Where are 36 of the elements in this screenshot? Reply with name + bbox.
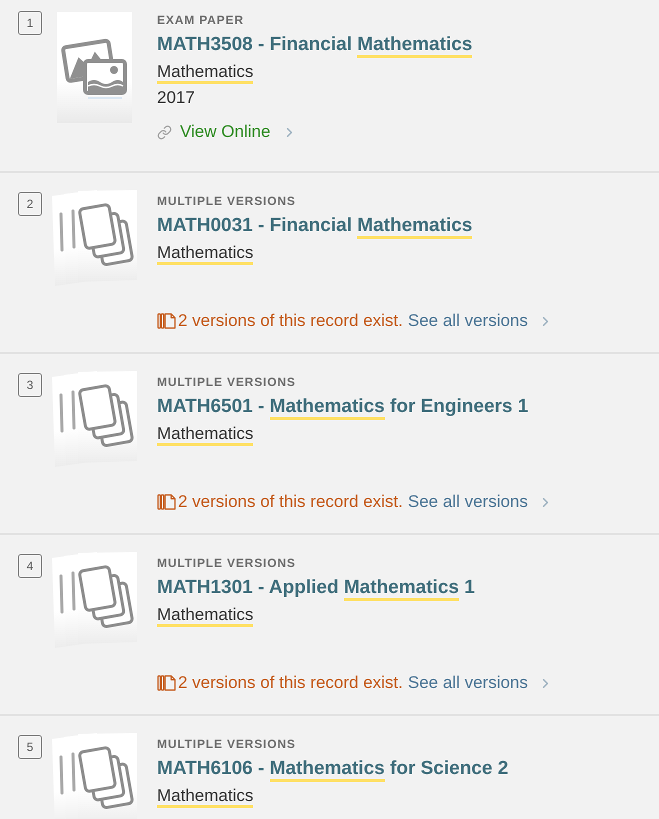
resource-type-label: MULTIPLE VERSIONS (157, 736, 296, 753)
resource-type-label: MULTIPLE VERSIONS (157, 374, 296, 391)
versions-icon (157, 494, 176, 510)
subject-text: Mathematics (157, 786, 254, 808)
page-stack-icon (52, 190, 137, 286)
see-all-versions-link[interactable]: See all versions (408, 310, 553, 332)
result-number: 2 (18, 192, 42, 216)
see-all-versions-link[interactable]: See all versions (408, 491, 553, 513)
resource-type-label: MULTIPLE VERSIONS (157, 193, 296, 210)
result-number: 4 (18, 554, 42, 578)
versions-icon (157, 675, 176, 691)
result-title-link[interactable]: MATH0031 - Financial Mathematics (157, 213, 472, 239)
image-placeholder-icon (57, 12, 132, 123)
subject-text: Mathematics (157, 424, 254, 446)
versions-note: 2 versions of this record exist. (178, 310, 403, 332)
subject-text: Mathematics (157, 62, 254, 84)
subject-text: Mathematics (157, 605, 254, 627)
result-title-link[interactable]: MATH6501 - Mathematics for Engineers 1 (157, 394, 528, 420)
result-title-link[interactable]: MATH6106 - Mathematics for Science 2 (157, 756, 508, 782)
versions-note: 2 versions of this record exist. (178, 672, 403, 694)
result-number: 3 (18, 373, 42, 397)
link-icon (157, 124, 172, 140)
view-online-link[interactable]: View Online (157, 121, 298, 143)
result-title-link[interactable]: MATH1301 - Applied Mathematics 1 (157, 575, 475, 601)
resource-type-label: MULTIPLE VERSIONS (157, 555, 296, 572)
result-title-link[interactable]: MATH3508 - Financial Mathematics (157, 32, 472, 58)
resource-type-label: EXAM PAPER (157, 12, 244, 29)
versions-note: 2 versions of this record exist. (178, 491, 403, 513)
subject-text: Mathematics (157, 243, 254, 265)
page-stack-icon (52, 552, 137, 648)
publication-year: 2017 (157, 87, 195, 109)
versions-icon (157, 313, 176, 329)
result-number: 1 (18, 11, 42, 35)
page-stack-icon (52, 371, 137, 467)
see-all-versions-link[interactable]: See all versions (408, 672, 553, 694)
result-number: 5 (18, 735, 42, 759)
